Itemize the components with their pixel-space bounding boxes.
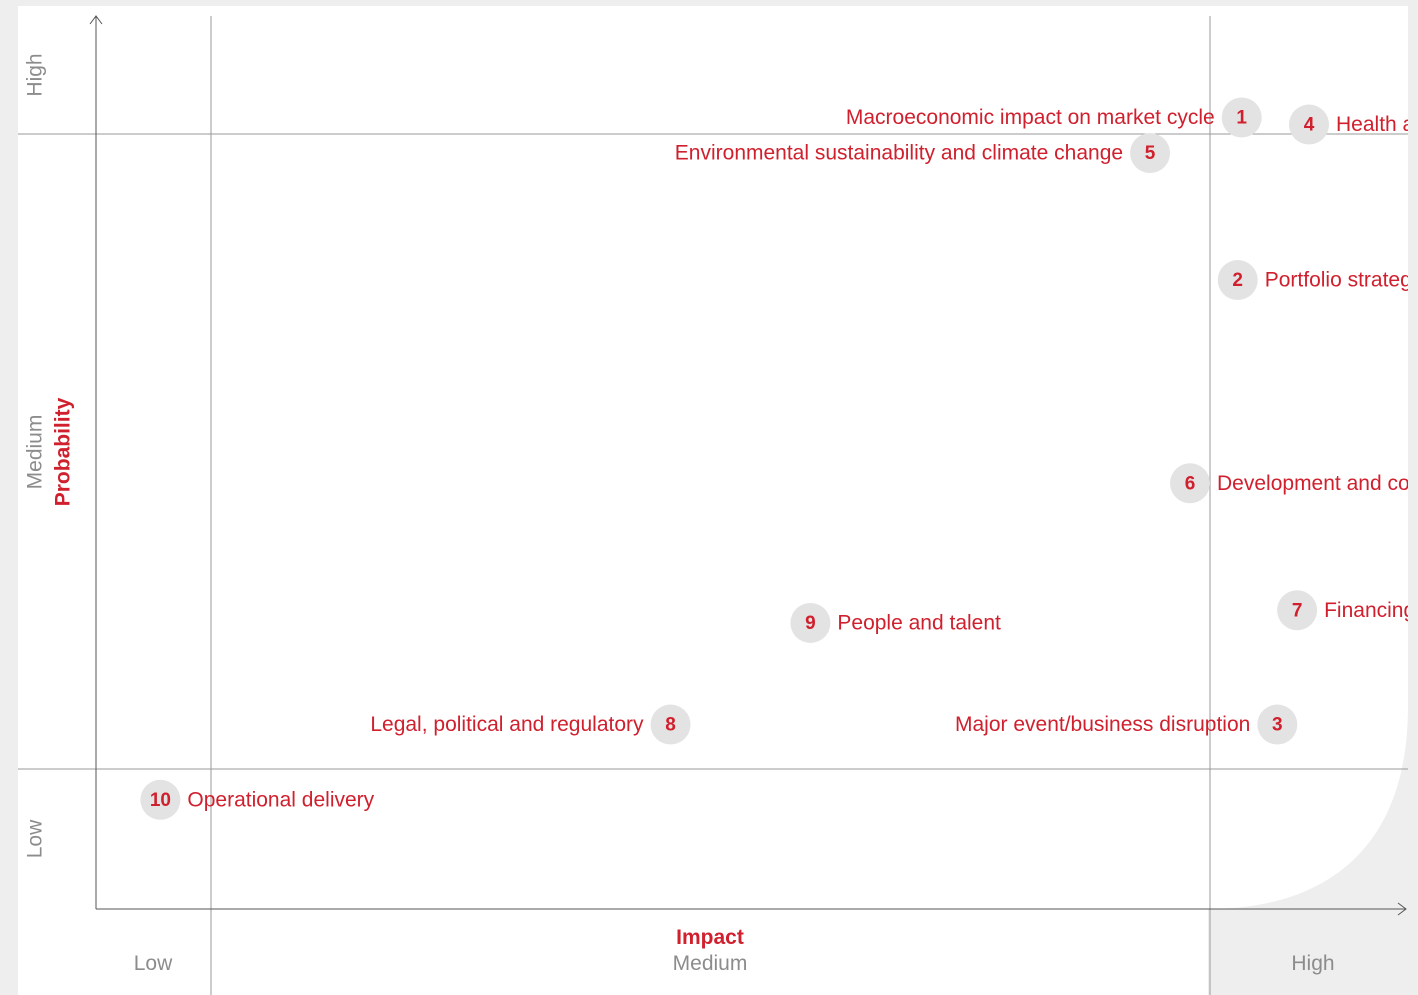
risk-label: Portfolio strategy and execution [1265, 269, 1408, 292]
risk-number: 1 [1236, 107, 1247, 128]
risk-point-1: 1 Macroeconomic impact on market cycle [846, 97, 1262, 138]
risk-point-5: 5 Environmental sustainability and climat… [675, 133, 1171, 174]
risk-matrix-chart: Low Medium High Low Medium High Impact Probab… [18, 6, 1408, 995]
risk-number: 9 [805, 613, 816, 634]
risk-number: 8 [665, 715, 676, 736]
risk-point-2: 2 Portfolio strategy and execution [1217, 260, 1408, 301]
risk-label: Environmental sustainability and climate… [675, 142, 1123, 165]
risk-point-3: 3 Major event/business disruption [955, 704, 1298, 745]
risk-label: Major event/business disruption [955, 713, 1250, 736]
risk-point-9: 9 People and talent [790, 602, 1001, 643]
y-band-label-high: High [24, 53, 47, 96]
y-band-label-low: Low [24, 819, 47, 858]
risk-point-7: 7 Financing strategy [1277, 590, 1408, 631]
y-axis-title: Probability [52, 397, 75, 506]
risk-label: Operational delivery [187, 788, 374, 811]
risk-number: 6 [1185, 473, 1196, 494]
risk-number: 2 [1232, 270, 1243, 291]
risk-label: Legal, political and regulatory [370, 713, 644, 736]
risk-number: 5 [1145, 143, 1156, 164]
risk-number: 3 [1272, 715, 1283, 736]
risk-label: People and talent [837, 611, 1001, 634]
x-band-label-medium: Medium [673, 952, 748, 975]
x-band-label-low: Low [134, 952, 173, 975]
risk-point-4: 4 Health and safety [1289, 104, 1408, 145]
risk-number: 4 [1304, 115, 1315, 136]
risk-point-10: 10 Operational delivery [140, 779, 375, 820]
risk-label: Financing strategy [1324, 599, 1408, 622]
risk-number: 10 [150, 790, 171, 811]
y-band-label-medium: Medium [24, 415, 47, 490]
risk-point-8: 8 Legal, political and regulatory [370, 704, 691, 745]
band-label-layer: Low Medium High Low Medium High [24, 53, 1335, 975]
risk-label: Development and construction execution [1217, 472, 1408, 495]
risk-label: Health and safety [1336, 113, 1408, 136]
risk-point-6: 6 Development and construction execution [1170, 463, 1408, 504]
risk-number: 7 [1292, 600, 1303, 621]
risk-points-layer: 1 Macroeconomic impact on market cycle 2 Po… [140, 97, 1408, 820]
risk-matrix-svg: Low Medium High Low Medium High Impact Probab… [18, 15, 1408, 995]
x-axis-title: Impact [676, 926, 744, 949]
x-band-label-high: High [1291, 952, 1334, 975]
risk-label: Macroeconomic impact on market cycle [846, 106, 1215, 129]
